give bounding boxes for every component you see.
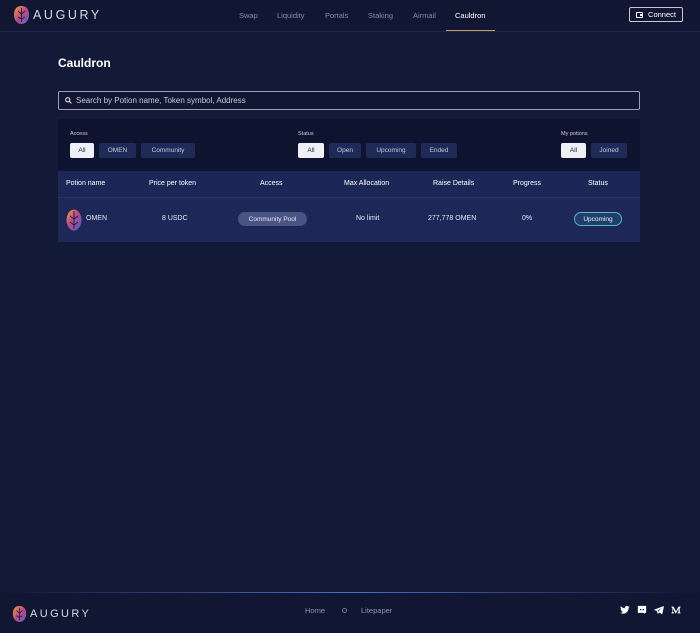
status-ended-button[interactable]: Ended: [421, 143, 457, 158]
medium-icon[interactable]: [671, 605, 681, 615]
max-allocation: No limit: [356, 215, 380, 222]
footer-links: Home Litepaper: [305, 606, 392, 615]
augury-logo-icon: [14, 6, 29, 24]
filter-panel: Access All OMEN Community Status All Ope…: [58, 119, 640, 171]
column-status: Status: [588, 180, 608, 187]
status-filter-label: Status: [298, 131, 314, 137]
table-row[interactable]: OMEN 8 USDC Community Pool No limit 277,…: [58, 198, 640, 242]
footer-link-home[interactable]: Home: [305, 606, 325, 615]
status-open-button[interactable]: Open: [329, 143, 361, 158]
footer-logo[interactable]: AUGURY: [12, 605, 91, 623]
column-progress: Progress: [513, 180, 542, 187]
wallet-icon: [636, 11, 644, 18]
augury-logo-icon: [12, 606, 27, 622]
nav-portals[interactable]: Portals: [325, 11, 348, 20]
brand-name: AUGURY: [33, 8, 102, 22]
social-links: [620, 605, 681, 615]
price-per-token: 8 USDC: [162, 215, 188, 222]
brand-logo[interactable]: AUGURY: [13, 5, 102, 25]
progress-value: 0%: [522, 215, 533, 222]
my-potions-joined-button[interactable]: Joined: [591, 143, 627, 158]
column-price-per-token: Price per token: [149, 180, 197, 187]
telegram-icon[interactable]: [654, 605, 664, 615]
twitter-icon[interactable]: [620, 605, 630, 615]
status-upcoming-button[interactable]: Upcoming: [366, 143, 416, 158]
nav-staking[interactable]: Staking: [368, 11, 393, 20]
footer: AUGURY Home Litepaper: [0, 592, 700, 633]
column-potion-name: Potion name: [66, 180, 106, 187]
potions-table: Potion name Price per token Access Max A…: [58, 171, 640, 242]
nav-cauldron[interactable]: Cauldron: [455, 11, 485, 20]
search-icon: [65, 97, 72, 104]
footer-brand-name: AUGURY: [30, 608, 92, 620]
raise-details: 277,778 OMEN: [428, 215, 477, 222]
nav-airmail[interactable]: Airmail: [413, 11, 436, 20]
my-potions-filter: My potions All Joined: [561, 131, 627, 158]
nav-swap[interactable]: Swap: [239, 11, 258, 20]
access-badge: Community Pool: [238, 212, 307, 226]
footer-divider: [0, 592, 700, 593]
my-potions-filter-label: My potions: [561, 131, 588, 137]
page-title: Cauldron: [58, 56, 111, 70]
column-access: Access: [260, 180, 283, 187]
my-potions-all-button[interactable]: All: [561, 143, 586, 158]
potion-name: OMEN: [86, 215, 107, 222]
access-all-button[interactable]: All: [70, 143, 94, 158]
access-omen-button[interactable]: OMEN: [99, 143, 136, 158]
status-all-button[interactable]: All: [298, 143, 324, 158]
discord-icon[interactable]: [637, 605, 647, 615]
nav-liquidity[interactable]: Liquidity: [277, 11, 305, 20]
search-bar[interactable]: [58, 91, 640, 110]
table-header: Potion name Price per token Access Max A…: [58, 171, 640, 198]
nav-active-indicator: [446, 30, 495, 31]
separator-dot-icon: [342, 608, 348, 613]
access-community-button[interactable]: Community: [141, 143, 195, 158]
search-input[interactable]: [76, 96, 616, 105]
access-filter-label: Access: [70, 131, 88, 137]
access-filter: Access All OMEN Community: [70, 131, 195, 158]
connect-label: Connect: [648, 10, 676, 19]
column-raise-details: Raise Details: [433, 180, 475, 187]
status-badge: Upcoming: [574, 212, 622, 226]
connect-wallet-button[interactable]: Connect: [629, 7, 683, 22]
omen-potion-avatar: [66, 209, 82, 231]
top-header: AUGURY Swap Liquidity Portals Staking Ai…: [0, 0, 700, 32]
column-max-allocation: Max Allocation: [344, 180, 390, 187]
footer-link-litepaper[interactable]: Litepaper: [361, 606, 392, 615]
status-filter: Status All Open Upcoming Ended: [298, 131, 457, 158]
